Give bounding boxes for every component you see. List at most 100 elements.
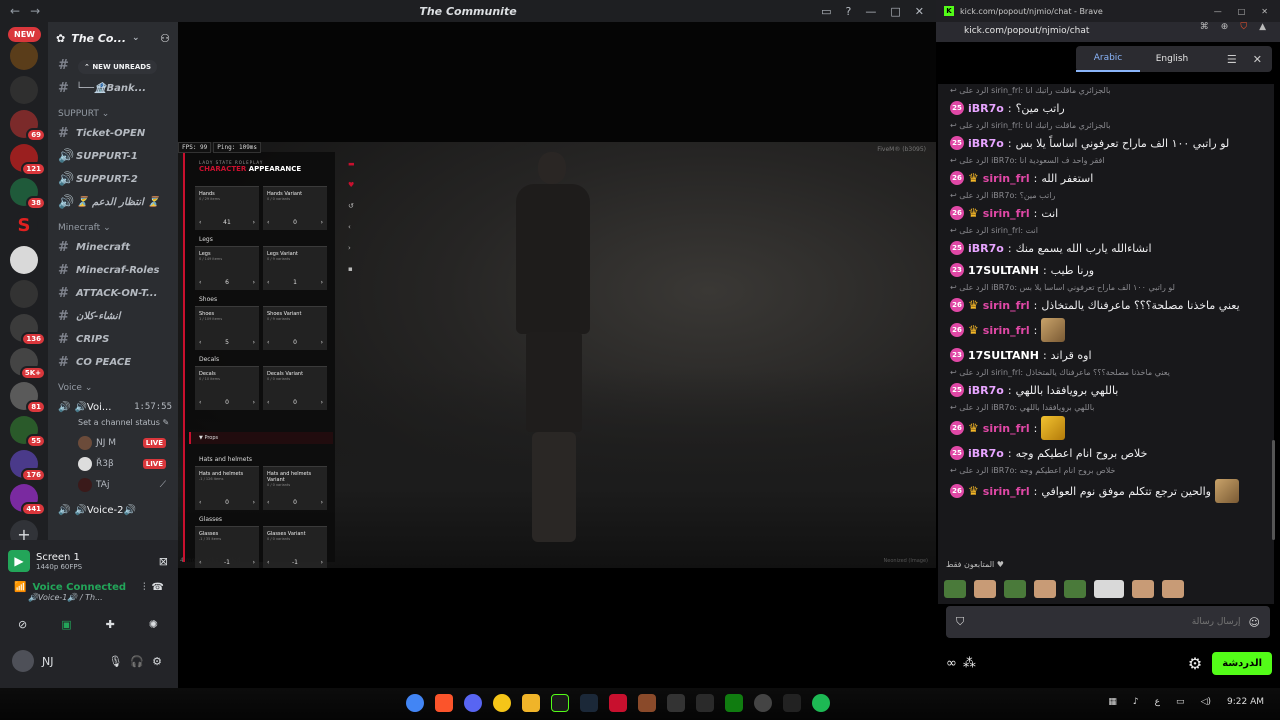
channel-item[interactable]: # Minecraf-Roles <box>48 259 178 282</box>
forward-arrow-icon[interactable]: → <box>30 4 40 18</box>
close-icon[interactable]: ✕ <box>1253 53 1262 66</box>
epic-icon[interactable] <box>696 694 714 712</box>
save-icon[interactable]: ▪ <box>348 265 355 273</box>
emote[interactable] <box>1094 580 1124 598</box>
app-icon[interactable] <box>754 694 772 712</box>
server-icon[interactable]: 5K+ <box>10 348 46 380</box>
chevron-right-icon[interactable]: › <box>348 244 355 252</box>
channel-item[interactable]: # انشاء-كلان <box>48 305 178 328</box>
chat-username[interactable]: iBR7o <box>968 242 1004 255</box>
add-member-icon[interactable]: ⚇ <box>160 32 170 45</box>
chevron-left-icon[interactable]: ‹ <box>267 559 269 566</box>
server-icon-active[interactable] <box>10 246 38 274</box>
clock[interactable]: 9:22 AM <box>1227 697 1264 707</box>
channel-item[interactable]: 🔊 SUPPURT-2 <box>48 168 178 191</box>
chevron-left-icon[interactable]: ‹ <box>267 399 269 406</box>
reply-preview[interactable]: ↩ الرد على sirin_frl: بالجزائري ماقلت را… <box>950 86 1266 99</box>
camera-off-icon[interactable]: ⊘ <box>18 618 27 631</box>
menu-icon[interactable]: ☰ <box>1227 53 1237 66</box>
chevron-left-icon[interactable]: ‹ <box>348 223 355 231</box>
chat-message[interactable]: 23 17SULTANH: اوه قراند <box>938 344 1274 366</box>
back-arrow-icon[interactable]: ← <box>10 4 20 18</box>
chat-username[interactable]: iBR7o <box>968 384 1004 397</box>
network-icon[interactable]: ▭ <box>1176 697 1185 707</box>
help-icon[interactable]: ? <box>846 5 852 18</box>
close-icon[interactable]: ✕ <box>915 5 924 18</box>
discord-icon[interactable] <box>464 694 482 712</box>
voice-user[interactable]: Ř3β LIVE <box>48 453 178 474</box>
chat-message[interactable]: ↩ الرد على sirin_frl: انت 25 iBR7o: انشاءال… <box>938 224 1274 259</box>
channel-item[interactable]: # ATTACK-ON-T... <box>48 282 178 305</box>
emote[interactable] <box>1214 479 1239 503</box>
chat-username[interactable]: sirin_frl <box>983 299 1030 312</box>
chat-message[interactable]: ↩ الرد على iBR7o: افقر واحد ف السعودية ا… <box>938 154 1274 189</box>
tab-english[interactable]: English <box>1140 54 1204 64</box>
maximize-icon[interactable]: □ <box>890 5 900 18</box>
emote[interactable] <box>1041 416 1066 440</box>
minimize-icon[interactable]: — <box>865 5 876 18</box>
chat-username[interactable]: sirin_frl <box>983 485 1030 498</box>
chevron-left-icon[interactable]: ‹ <box>267 219 269 226</box>
emote[interactable] <box>1041 318 1066 342</box>
app-icon[interactable] <box>667 694 685 712</box>
server-icon[interactable]: 176 <box>10 450 46 482</box>
server-icon[interactable] <box>10 280 38 308</box>
brave-icon[interactable] <box>435 694 453 712</box>
server-icon[interactable] <box>10 76 38 104</box>
brave-shield-icon[interactable]: ⛉ <box>1240 22 1247 32</box>
reply-preview[interactable]: ↩ الرد على iBR7o: راتب مين؟ <box>950 191 1266 204</box>
chat-message[interactable]: 23 17SULTANH: ورنا طيب <box>938 259 1274 281</box>
voice-user[interactable]: TAj ⟋ <box>48 474 178 495</box>
reply-preview[interactable]: ↩ الرد على iBR7o: افقر واحد ف السعودية ا… <box>950 156 1266 169</box>
spotify-icon[interactable] <box>812 694 830 712</box>
translate-icon[interactable]: ⌘ <box>1200 22 1209 32</box>
dots-icon[interactable]: ⁂ <box>963 656 976 671</box>
category-minecraft[interactable]: Minecraft ⌄ <box>48 214 178 236</box>
server-icon[interactable]: 81 <box>10 382 46 414</box>
emote[interactable] <box>1132 580 1154 598</box>
chevron-right-icon[interactable]: › <box>321 399 323 406</box>
reply-preview[interactable]: ↩ الرد على iBR7o: خلاص بروح انام اعطيكم … <box>950 466 1266 479</box>
channel-item[interactable]: # CRIPS <box>48 328 178 351</box>
chevron-left-icon[interactable]: ‹ <box>199 499 201 506</box>
close-icon[interactable]: ✕ <box>1261 7 1268 16</box>
chevron-left-icon[interactable]: ‹ <box>267 339 269 346</box>
minimize-icon[interactable]: — <box>1214 7 1222 16</box>
avatar[interactable] <box>12 650 34 672</box>
channel-item[interactable]: # └──🏦Bank... <box>48 77 178 100</box>
soundboard-icon[interactable]: ✺ <box>149 618 158 631</box>
voice-user[interactable]: ƝJ M LIVE <box>48 432 178 453</box>
folder-icon[interactable] <box>522 694 540 712</box>
chevron-left-icon[interactable]: ‹ <box>199 339 201 346</box>
new-pill[interactable]: NEW <box>8 27 41 42</box>
xbox-icon[interactable] <box>725 694 743 712</box>
steam-icon[interactable] <box>580 694 598 712</box>
server-icon[interactable]: 38 <box>10 178 46 210</box>
headphones-icon[interactable]: 🎧 <box>130 655 144 668</box>
chat-message[interactable]: ↩ الرد على sirin_frl: بالجزائري ماقلت را… <box>938 84 1274 119</box>
reply-preview[interactable]: ↩ الرد على iBR7o: لو راتبي ١٠٠ الف ماراح… <box>950 283 1266 296</box>
emote[interactable] <box>1064 580 1086 598</box>
emote[interactable] <box>944 580 966 598</box>
chevron-right-icon[interactable]: › <box>253 559 255 566</box>
reply-preview[interactable]: ↩ الرد على sirin_frl: يعني ماخذنا مصلحة؟… <box>950 368 1266 381</box>
new-unreads-pill[interactable]: ⌃ NEW UNREADS <box>78 60 158 74</box>
chat-message[interactable]: ↩ الرد على sirin_frl: يعني ماخذنا مصلحة؟… <box>938 366 1274 401</box>
server-icon[interactable]: 441 <box>10 484 46 516</box>
chat-message[interactable]: ↩ الرد على iBR7o: راتب مين؟ 26 ♛ sirin_frl:… <box>938 189 1274 224</box>
server-header[interactable]: ✿ The Co... ⌄ ⚇ <box>48 22 178 54</box>
chat-username[interactable]: sirin_frl <box>983 172 1030 185</box>
chat-input[interactable] <box>964 617 1249 627</box>
voice-channel[interactable]: 🔊 🔊Voice-2🔊 <box>48 499 178 521</box>
share-screen-icon[interactable]: ▣ <box>61 618 71 631</box>
rewards-icon[interactable]: ▲ <box>1259 22 1266 32</box>
emote[interactable] <box>974 580 996 598</box>
chevron-right-icon[interactable]: › <box>321 279 323 286</box>
heart-icon[interactable]: ♥ <box>348 181 355 189</box>
chevron-right-icon[interactable]: › <box>321 499 323 506</box>
chrome-icon[interactable] <box>406 694 424 712</box>
chevron-left-icon[interactable]: ‹ <box>267 499 269 506</box>
chevron-right-icon[interactable]: › <box>253 219 255 226</box>
chat-username[interactable]: 17SULTANH <box>968 264 1039 277</box>
emote[interactable] <box>1034 580 1056 598</box>
